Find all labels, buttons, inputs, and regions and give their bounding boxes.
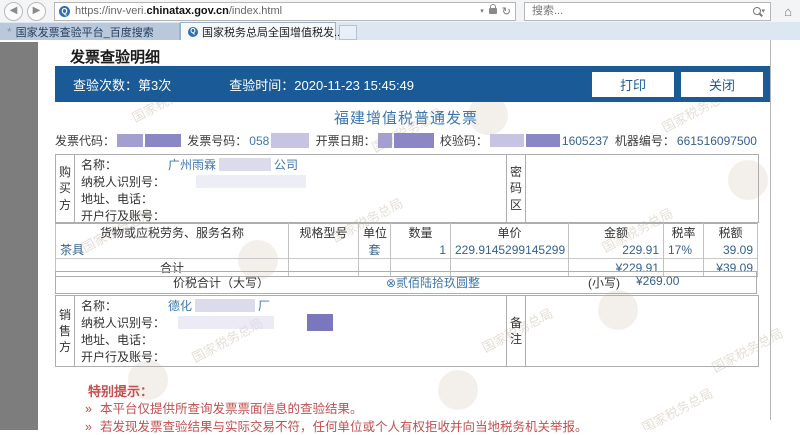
item-row: 茶具 套 1 229.9145299145299 229.91 17% 39.0… — [55, 241, 758, 259]
buyer-bank-row: 开户行及账号： — [81, 209, 166, 223]
items-header-row: 货物或应税劳务、服务名称 规格型号 单位 数量 单价 金额 税率 税额 — [55, 223, 758, 241]
redacted-value — [196, 175, 307, 188]
amount-in-figures: (小写) ¥269.00 — [588, 274, 680, 290]
tab-baidu-search[interactable]: * 国家发票查验平台_百度搜索 — [0, 23, 180, 40]
redacted-value — [178, 316, 275, 329]
invoice-code-field: 发票代码： — [55, 132, 182, 149]
verify-toolbar: 查验次数：第3次 查验时间：2020-11-23 15:45:49 打印 关闭 — [55, 66, 770, 102]
buyer-side-label: 购买方 — [58, 165, 71, 212]
items-table: 货物或应税劳务、服务名称 规格型号 单位 数量 单价 金额 税率 税额 茶具 套 1 2… — [55, 223, 758, 277]
remark-label: 备注 — [509, 315, 522, 346]
tab-bar: * 国家发票查验平台_百度搜索 Q 国家税务总局全国增值税发... × — [0, 22, 800, 40]
grand-total-row: 价税合计（大写） ⊗贰佰陆拾玖圆整 (小写) ¥269.00 — [55, 271, 757, 294]
machine-number-field: 机器编号： 661516097500 — [614, 133, 757, 149]
redacted-value — [117, 134, 144, 147]
redacted-value — [307, 314, 334, 331]
invoice-number-field: 发票号码： 058 — [187, 132, 310, 149]
redacted-value — [271, 133, 310, 148]
invoice-info-row: 发票代码： 发票号码： 058 开票日期： 校验码： 1605237 机器编号：… — [55, 132, 757, 149]
browser-chrome: ◀ ▶ Q https://inv-veri.chinatax.gov.cn/i… — [0, 0, 800, 23]
print-button[interactable]: 打印 — [592, 71, 674, 97]
seller-bank-row: 开户行及账号： — [81, 350, 166, 364]
redacted-value — [219, 158, 272, 171]
remark-area — [526, 296, 758, 366]
page-title: 发票查验明细 — [70, 49, 161, 66]
content-right-border — [770, 40, 771, 420]
tab-favicon-icon: Q — [188, 26, 198, 37]
site-favicon-icon: Q — [59, 5, 70, 17]
tab-label: 国家税务总局全国增值税发... — [202, 26, 344, 39]
notice-item: » 若发现发票查验结果与实际交易不符，任何单位或个人有权拒收并向当地税务机关举报。 — [85, 420, 588, 434]
close-button[interactable]: 关闭 — [681, 71, 763, 97]
address-dropdown-icon[interactable]: ▾ — [480, 7, 484, 15]
search-input[interactable] — [530, 4, 754, 18]
tab-favicon-icon: * — [7, 24, 12, 39]
redacted-value — [525, 134, 560, 147]
redacted-value — [393, 133, 434, 148]
seller-address-row: 地址、电话： — [81, 333, 154, 347]
verify-count: 查验次数：第3次 — [73, 77, 172, 93]
buyer-taxid-row: 纳税人识别号： — [81, 173, 506, 190]
verify-time: 查验时间：2020-11-23 15:45:49 — [229, 77, 415, 93]
seller-taxid-row: 纳税人识别号： — [81, 314, 506, 331]
amount-in-words: ⊗贰佰陆拾玖圆整 — [386, 276, 481, 290]
address-bar[interactable]: Q https://inv-veri.chinatax.gov.cn/index… — [54, 1, 516, 21]
search-icon[interactable] — [753, 7, 762, 15]
lock-icon — [488, 4, 497, 14]
left-dark-strip — [0, 42, 38, 430]
redacted-value — [489, 134, 524, 147]
home-icon[interactable]: ⌂ — [784, 4, 792, 19]
grand-total-label: 价税合计（大写） — [172, 276, 269, 290]
search-box[interactable]: ▾ — [524, 1, 771, 21]
refresh-icon[interactable]: ↻ — [502, 5, 511, 18]
url-text: https://inv-veri.chinatax.gov.cn/index.h… — [75, 5, 283, 17]
invoice-date-field: 开票日期： — [316, 132, 434, 149]
redacted-value — [195, 299, 256, 312]
tab-invoice-verify[interactable]: Q 国家税务总局全国增值税发... × — [180, 22, 356, 40]
check-code-field: 校验码： 1605237 — [439, 133, 609, 149]
notice-item: » 本平台仅提供所查询发票票面信息的查验结果。 — [85, 402, 363, 416]
back-icon[interactable]: ◀ — [4, 1, 23, 21]
tab-label: 国家发票查验平台_百度搜索 — [15, 26, 154, 39]
buyer-section: 购买方 名称： 广州雨霖 公司 纳税人识别号： 地址、电话： 开户行及账号： 密… — [55, 154, 759, 223]
password-area-label: 密码区 — [509, 165, 522, 212]
buyer-name-row: 名称： 广州雨霖 公司 — [81, 158, 299, 172]
new-tab-button[interactable] — [339, 25, 357, 40]
redacted-value — [377, 133, 392, 148]
seller-side-label: 销售方 — [58, 307, 71, 355]
seller-name-row: 名称： 德化 厂 — [81, 299, 271, 313]
password-area — [526, 155, 758, 222]
buyer-address-row: 地址、电话： — [81, 192, 154, 206]
invoice-title: 福建增值税普通发票 — [333, 110, 478, 127]
forward-icon[interactable]: ▶ — [27, 1, 46, 21]
seller-section: 销售方 名称： 德化 厂 纳税人识别号： 地址、电话： 开户行及账号： 备注 — [55, 295, 759, 367]
redacted-value — [145, 134, 182, 147]
